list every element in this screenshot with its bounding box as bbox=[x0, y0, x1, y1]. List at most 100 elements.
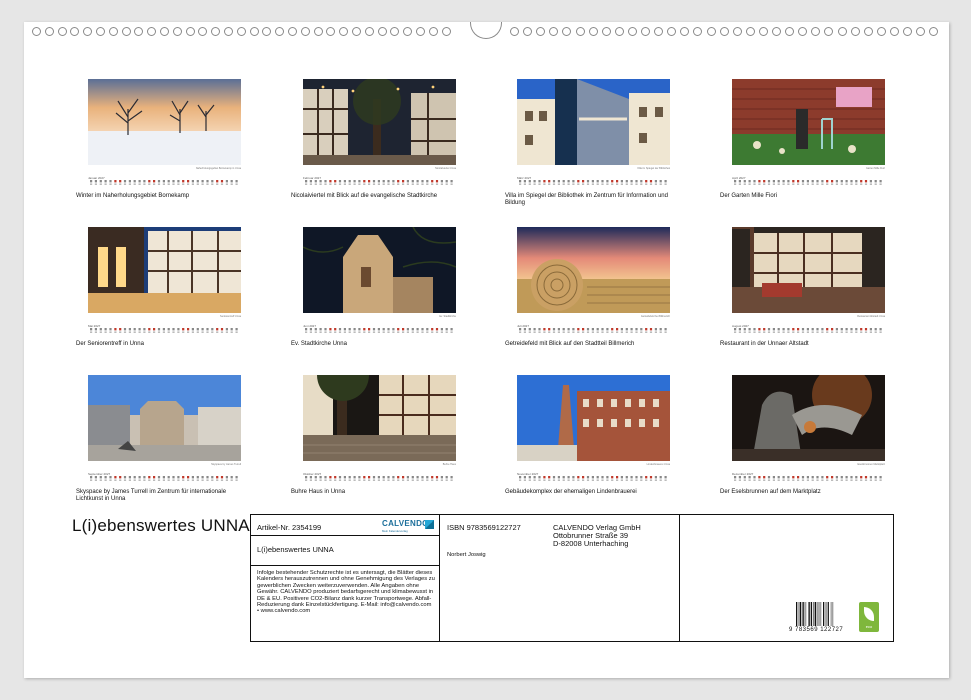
isbn: ISBN 9783569122727 bbox=[447, 523, 521, 532]
photo-credit: Naherholungsgebiet Bornekamp in Unna bbox=[195, 167, 241, 170]
leaf-icon bbox=[864, 607, 874, 621]
date-strip bbox=[88, 476, 241, 482]
binding-ring bbox=[57, 27, 67, 36]
date-strip bbox=[303, 476, 456, 482]
binding-ring bbox=[798, 27, 808, 36]
photo-credit: Seniorentreff Unna bbox=[220, 315, 241, 318]
binding-ring bbox=[377, 27, 387, 36]
month-caption: Der Eselsbrunnen auf dem Marktplatz bbox=[720, 489, 821, 495]
date-strip bbox=[88, 328, 241, 334]
date-strip bbox=[303, 180, 456, 186]
calendar-title: L(i)ebenswertes UNNA bbox=[72, 516, 250, 535]
binding-ring bbox=[680, 27, 690, 36]
binding-ring bbox=[108, 27, 118, 36]
binding-ring bbox=[288, 27, 297, 36]
date-strip bbox=[88, 180, 241, 186]
binding-ring bbox=[352, 27, 361, 36]
binding-ring bbox=[654, 27, 664, 36]
binding-ring bbox=[706, 27, 716, 36]
date-strip bbox=[732, 476, 885, 482]
photo-credit: Eselsbrunnen Marktplatz bbox=[857, 463, 885, 466]
calvendo-logo: CALVENDO Mein Kalenderverlag bbox=[382, 519, 434, 533]
binding-ring bbox=[32, 27, 41, 36]
month-photo bbox=[88, 79, 241, 165]
month-caption: Nicolaiviertel mit Blick auf die evangel… bbox=[291, 193, 438, 199]
binding-ring bbox=[667, 27, 677, 36]
month-caption: Buhre Haus in Unna bbox=[291, 489, 346, 495]
info-box: Artikel-Nr. 2354199 CALVENDO Mein Kalend… bbox=[250, 514, 894, 642]
article-number: Artikel-Nr. 2354199 bbox=[257, 523, 322, 532]
binding-ring bbox=[772, 27, 781, 36]
binding-ring bbox=[811, 27, 821, 36]
month-photo bbox=[732, 375, 885, 461]
binding-ring bbox=[172, 27, 182, 36]
date-strip bbox=[732, 180, 885, 186]
month-caption: Skyspace by James Turrell im Zentrum für… bbox=[76, 489, 227, 502]
binding-ring bbox=[824, 27, 834, 36]
binding-ring bbox=[211, 27, 221, 36]
binding-ring bbox=[224, 27, 233, 36]
date-strip bbox=[732, 328, 885, 334]
binding-ring bbox=[160, 27, 169, 36]
binding-ring bbox=[693, 27, 703, 36]
binding-ring bbox=[614, 27, 624, 36]
photo-credit: Garten Mille Fiori bbox=[865, 167, 885, 170]
month-photo bbox=[88, 227, 241, 313]
binding-ring bbox=[390, 27, 400, 36]
month-caption: Gebäudekomplex der ehemaligen Lindenbrau… bbox=[505, 489, 637, 495]
binding-ring bbox=[523, 27, 533, 36]
binding-ring bbox=[326, 27, 336, 36]
binding-ring bbox=[185, 27, 195, 36]
binding-ring bbox=[536, 27, 546, 36]
binding-ring bbox=[339, 27, 349, 36]
binding-ring bbox=[249, 27, 259, 36]
photo-credit: Getreidefeld bei Billmerich bbox=[640, 315, 670, 318]
binding-ring bbox=[745, 27, 755, 36]
binding-ring bbox=[627, 27, 637, 36]
divider bbox=[251, 565, 439, 566]
binding-ring bbox=[262, 27, 272, 36]
month-caption: Der Garten Mille Fiori bbox=[720, 193, 778, 199]
binding-ring bbox=[313, 27, 323, 36]
binding-ring bbox=[929, 27, 939, 36]
binding-ring bbox=[510, 27, 519, 36]
calvendo-cube-icon bbox=[425, 520, 434, 529]
divider bbox=[439, 515, 440, 641]
binding-ring bbox=[275, 27, 285, 36]
product-title: L(i)ebenswertes UNNA bbox=[257, 545, 334, 554]
month-caption: Winter im Naherholungsgebiet Bornekamp bbox=[76, 193, 190, 199]
month-photo bbox=[732, 227, 885, 313]
binding-ring bbox=[719, 27, 729, 36]
binding-ring bbox=[403, 27, 413, 36]
date-strip bbox=[517, 328, 670, 334]
month-caption: Getreidefeld mit Blick auf den Stadtteil… bbox=[505, 341, 635, 347]
binding-ring bbox=[70, 27, 80, 36]
barcode bbox=[796, 602, 834, 626]
month-photo bbox=[517, 375, 670, 461]
binding-ring bbox=[758, 27, 768, 36]
binding-ring bbox=[785, 27, 795, 36]
binding-ring bbox=[134, 27, 144, 36]
date-strip bbox=[303, 328, 456, 334]
binding-ring bbox=[641, 27, 650, 36]
legal-text: Infolge bestehender Schutzrechte ist es … bbox=[257, 570, 435, 615]
binding-ring bbox=[588, 27, 598, 36]
month-photo bbox=[517, 79, 670, 165]
barcode-number: 9 783569 122727 bbox=[789, 627, 844, 633]
date-strip bbox=[517, 180, 670, 186]
binding-ring bbox=[236, 27, 246, 36]
binding-ring bbox=[601, 27, 611, 36]
photo-credit: Nicolaiviertel Unna bbox=[435, 167, 456, 170]
photo-credit: Villa im Spiegel der Bibliothek bbox=[637, 167, 670, 170]
binding-ring bbox=[198, 27, 208, 36]
binding-ring bbox=[837, 27, 847, 36]
month-caption: Villa im Spiegel der Bibliothek im Zentr… bbox=[505, 193, 668, 206]
month-caption: Der Seniorentreff in Unna bbox=[76, 341, 144, 347]
binding-ring bbox=[44, 27, 54, 36]
month-photo bbox=[303, 227, 456, 313]
binding-ring bbox=[83, 27, 93, 36]
binding-ring bbox=[863, 27, 873, 36]
month-photo bbox=[732, 79, 885, 165]
binding-ring bbox=[364, 27, 374, 36]
photo-credit: Skyspace by James Turrell bbox=[211, 463, 241, 466]
